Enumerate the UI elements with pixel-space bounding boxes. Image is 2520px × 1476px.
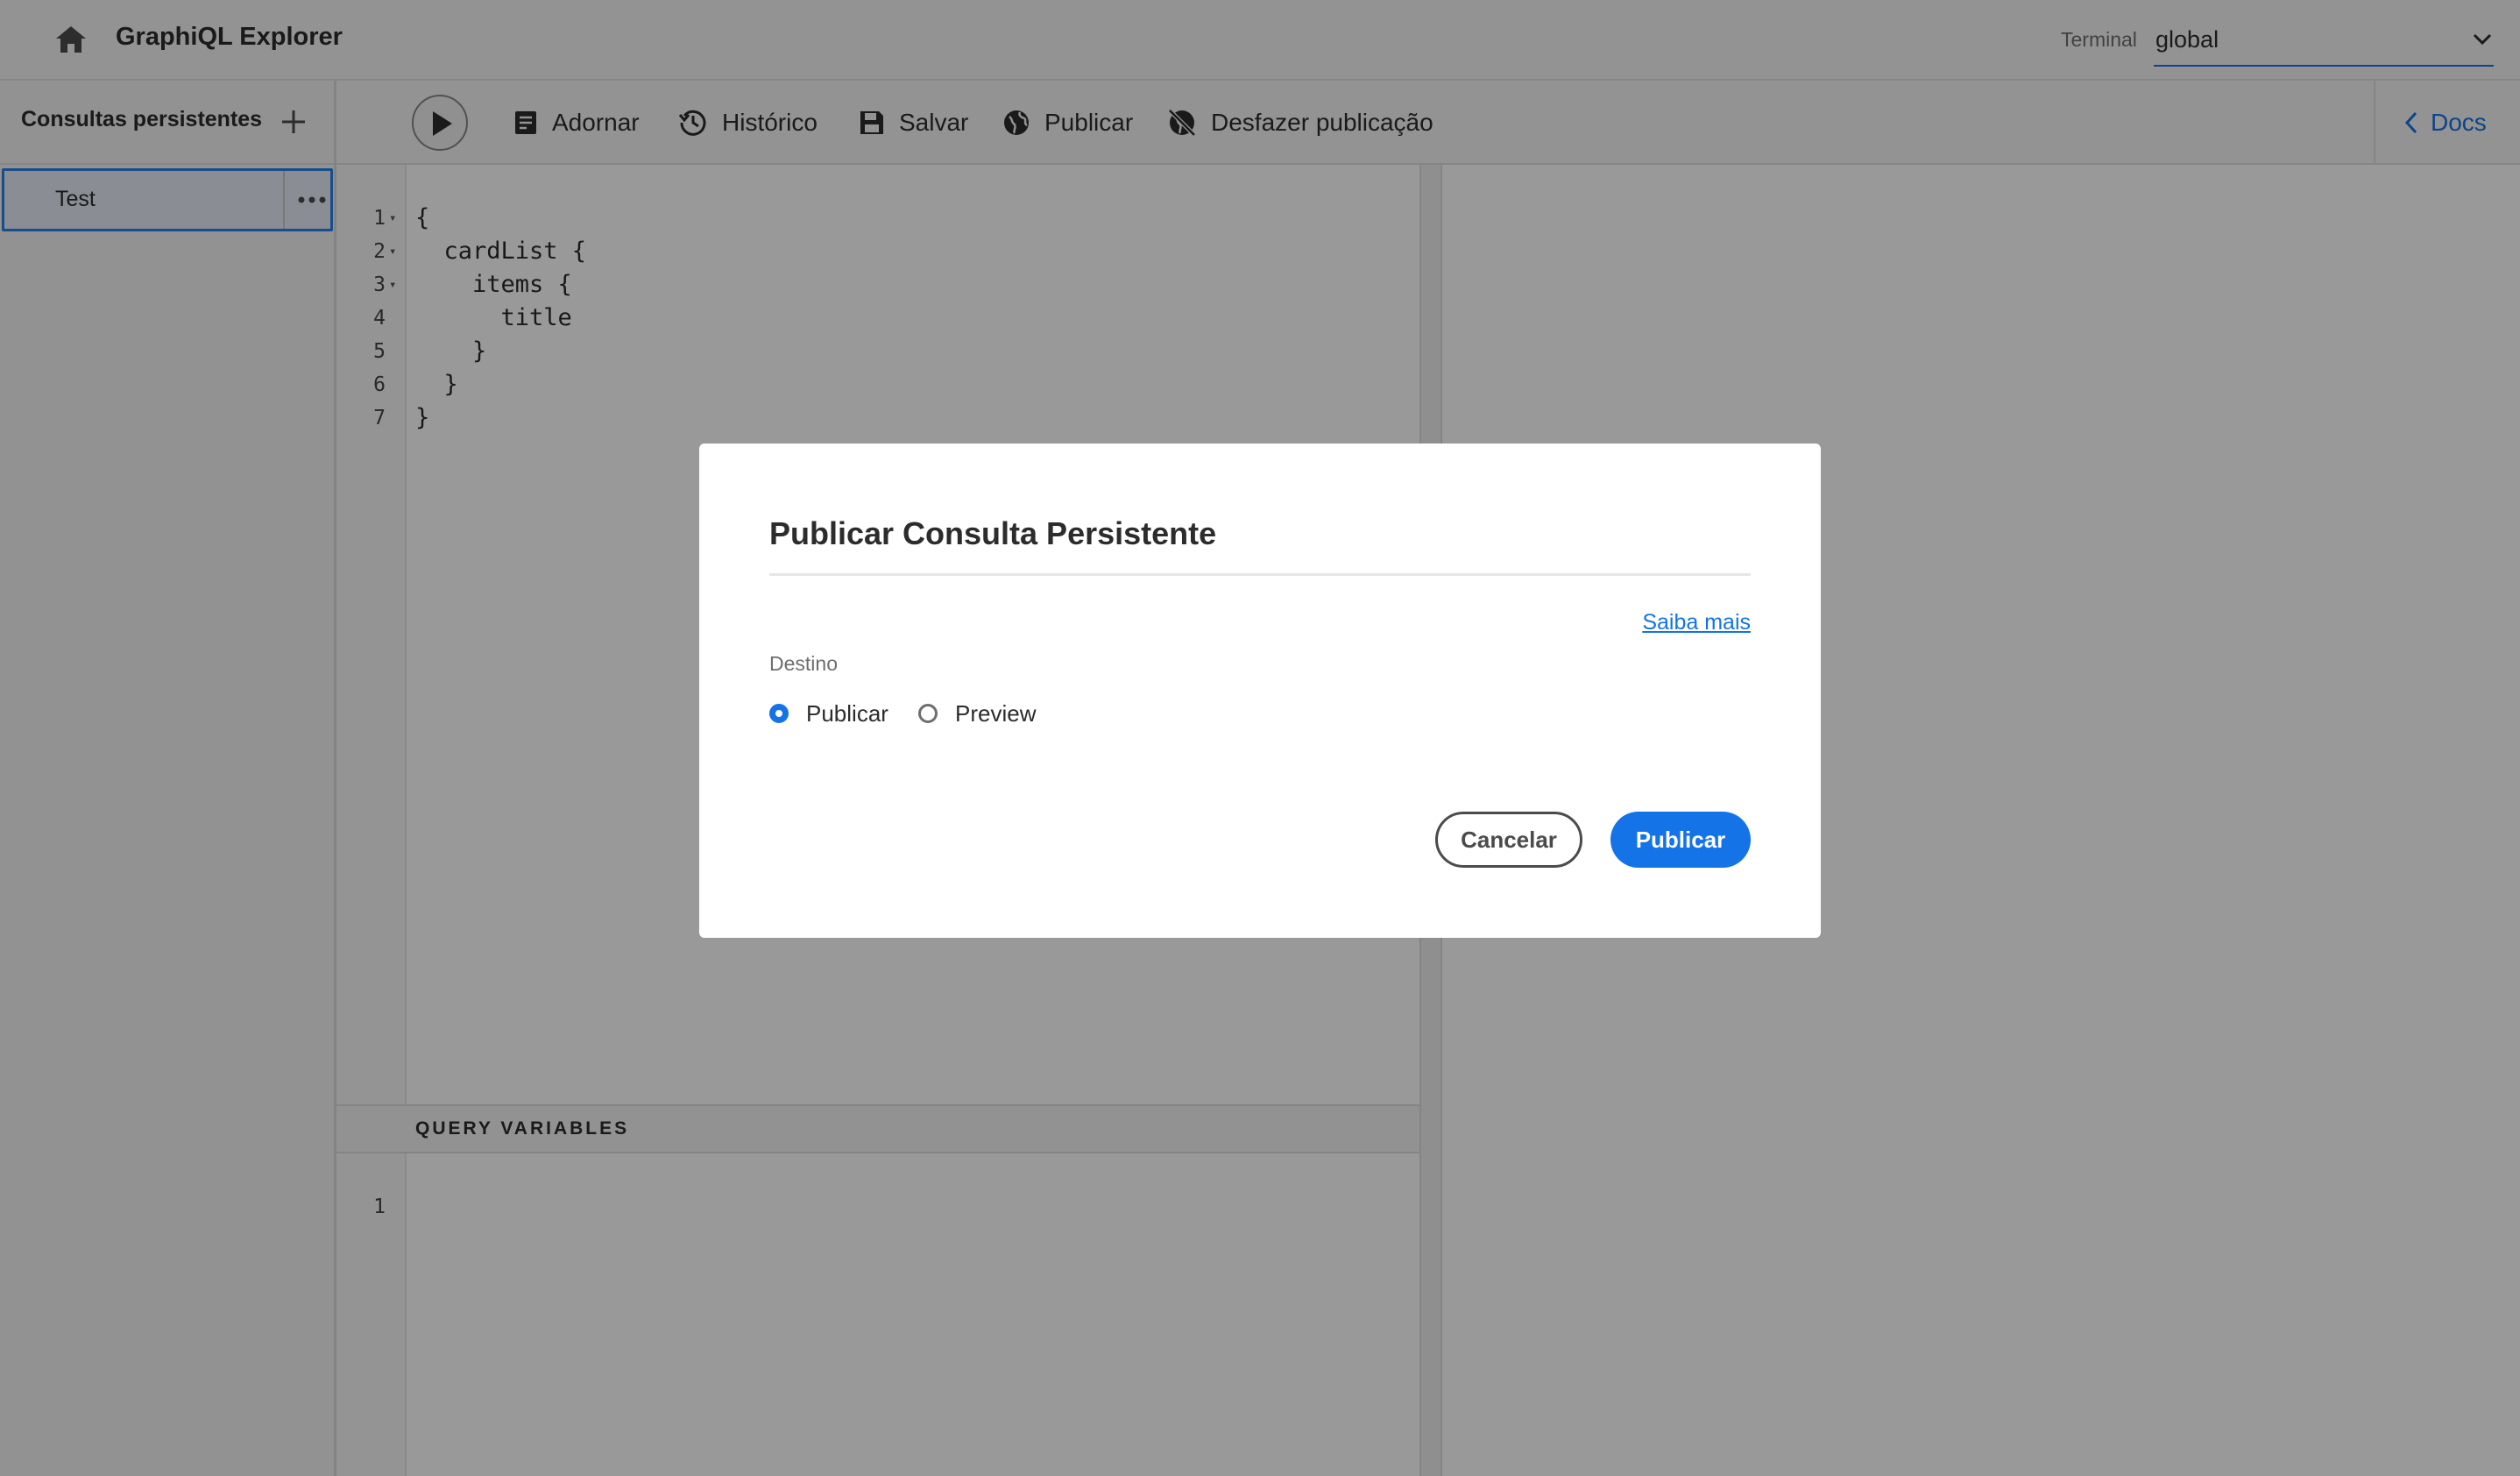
dialog-title: Publicar Consulta Persistente bbox=[769, 515, 1217, 551]
publish-dialog: Publicar Consulta Persistente Saiba mais… bbox=[699, 444, 1821, 938]
radio-checked-icon[interactable] bbox=[769, 704, 789, 723]
confirm-publish-button[interactable]: Publicar bbox=[1610, 812, 1751, 868]
radio-label: Preview bbox=[955, 699, 1037, 727]
divider bbox=[769, 573, 1751, 576]
radio-unchecked-icon[interactable] bbox=[918, 704, 938, 723]
cancel-button[interactable]: Cancelar bbox=[1435, 812, 1582, 868]
learn-more-link[interactable]: Saiba mais bbox=[1642, 610, 1751, 635]
radio-preview[interactable]: Preview bbox=[918, 698, 1036, 729]
radio-label: Publicar bbox=[806, 699, 888, 727]
destination-label: Destino bbox=[769, 652, 838, 675]
graphiql-explorer-app: GraphiQL Explorer Terminal global Consul… bbox=[0, 0, 2520, 1476]
radio-publish[interactable]: Publicar bbox=[769, 698, 888, 729]
